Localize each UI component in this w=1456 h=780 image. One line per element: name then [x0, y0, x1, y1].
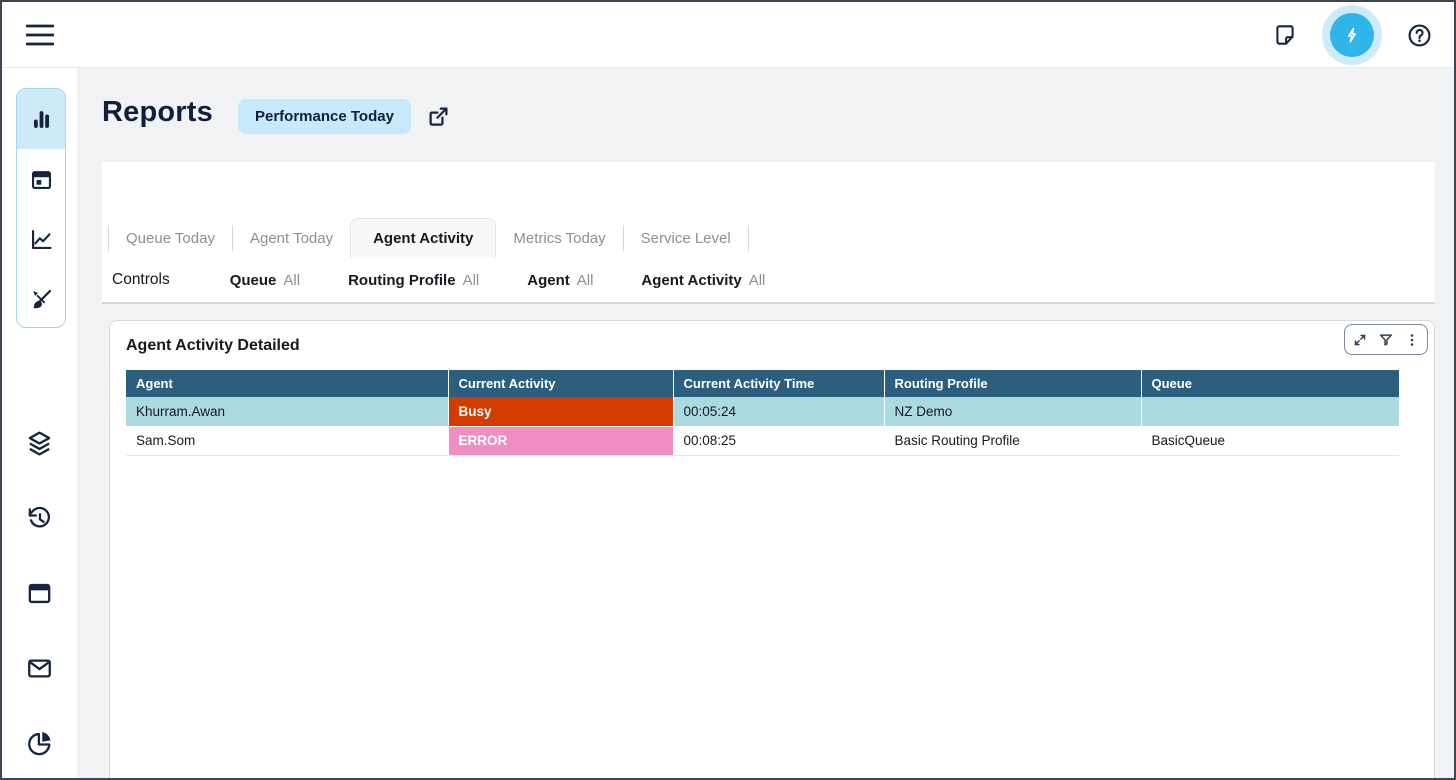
table-row[interactable]: Sam.Som ERROR 00:08:25 Basic Routing Pro…	[126, 426, 1399, 455]
card-title: Agent Activity Detailed	[126, 337, 300, 355]
line-chart-icon	[28, 226, 55, 253]
tab-agent-today[interactable]: Agent Today	[233, 230, 350, 247]
topbar-actions	[1268, 2, 1436, 68]
agent-activity-card: Agent Activity Detailed Agent Current Ac…	[109, 320, 1435, 780]
expand-icon[interactable]	[1347, 326, 1373, 353]
design-brush-icon	[28, 286, 55, 313]
report-tabs: Queue Today Agent Today Agent Activity M…	[108, 218, 749, 258]
layers-icon	[25, 429, 54, 458]
tab-service-level[interactable]: Service Level	[624, 230, 748, 247]
filter-agent[interactable]: Agent All	[527, 272, 593, 289]
help-icon[interactable]	[1402, 18, 1436, 52]
filter-queue[interactable]: Queue All	[230, 272, 300, 289]
cell-routing-profile: Basic Routing Profile	[884, 426, 1141, 455]
top-bar	[2, 2, 1454, 68]
sidebar-item-design[interactable]	[17, 269, 65, 328]
filter-icon[interactable]	[1373, 326, 1399, 353]
sidebar-item-pie-chart[interactable]	[23, 726, 57, 760]
hamburger-menu-icon[interactable]	[26, 21, 54, 49]
browser-window-icon	[25, 579, 54, 608]
sidebar-item-email[interactable]	[23, 651, 57, 685]
controls-bar: Controls Queue All Routing Profile All A…	[112, 258, 813, 302]
reports-nav-group	[16, 88, 66, 328]
tab-separator	[748, 225, 749, 251]
sidebar-item-history[interactable]	[23, 501, 57, 535]
external-link-icon[interactable]	[425, 103, 452, 130]
card-toolbar	[1344, 324, 1428, 355]
tab-queue-today[interactable]: Queue Today	[109, 230, 232, 247]
kebab-menu-icon[interactable]	[1399, 326, 1425, 353]
note-icon[interactable]	[1268, 18, 1302, 52]
page-title: Reports	[102, 96, 213, 129]
column-header-current-activity[interactable]: Current Activity	[448, 370, 673, 397]
filter-routing-profile[interactable]: Routing Profile All	[348, 272, 479, 289]
tab-metrics-today[interactable]: Metrics Today	[496, 230, 622, 247]
sidebar-item-layers[interactable]	[23, 426, 57, 460]
filter-value: All	[577, 272, 594, 289]
bar-chart-icon	[28, 106, 55, 133]
sidebar-item-calendar[interactable]	[17, 149, 65, 209]
column-header-routing-profile[interactable]: Routing Profile	[884, 370, 1141, 397]
column-header-current-activity-time[interactable]: Current Activity Time	[673, 370, 884, 397]
cell-current-activity: ERROR	[448, 426, 673, 455]
cell-routing-profile: NZ Demo	[884, 397, 1141, 426]
cell-queue	[1141, 397, 1399, 426]
filter-value: All	[283, 272, 300, 289]
filter-name: Queue	[230, 272, 277, 289]
pie-chart-icon	[25, 729, 54, 758]
sidebar-item-window[interactable]	[23, 576, 57, 610]
calendar-icon	[28, 166, 55, 193]
filter-agent-activity[interactable]: Agent Activity All	[641, 272, 765, 289]
agent-activity-table: Agent Current Activity Current Activity …	[126, 370, 1399, 456]
tab-agent-activity[interactable]: Agent Activity	[350, 218, 496, 258]
left-sidebar	[2, 68, 77, 778]
column-header-queue[interactable]: Queue	[1141, 370, 1399, 397]
filter-value: All	[463, 272, 480, 289]
sidebar-item-bar-chart[interactable]	[17, 89, 65, 149]
cell-agent: Sam.Som	[126, 426, 448, 455]
filter-name: Routing Profile	[348, 272, 456, 289]
sidebar-item-line-chart[interactable]	[17, 209, 65, 269]
table-row[interactable]: Khurram.Awan Busy 00:05:24 NZ Demo	[126, 397, 1399, 426]
history-icon	[25, 504, 54, 533]
filter-name: Agent Activity	[641, 272, 741, 289]
table-header-row: Agent Current Activity Current Activity …	[126, 370, 1399, 397]
cell-queue: BasicQueue	[1141, 426, 1399, 455]
cell-current-activity-time: 00:05:24	[673, 397, 884, 426]
filter-value: All	[749, 272, 766, 289]
filter-name: Agent	[527, 272, 570, 289]
assistant-button[interactable]	[1322, 5, 1382, 65]
cell-agent: Khurram.Awan	[126, 397, 448, 426]
cell-current-activity-time: 00:08:25	[673, 426, 884, 455]
app-window: Reports Performance Today Queue Today Ag…	[0, 0, 1456, 780]
controls-label: Controls	[112, 271, 170, 289]
column-header-agent[interactable]: Agent	[126, 370, 448, 397]
email-icon	[25, 654, 54, 683]
lightning-bolt-icon	[1330, 13, 1374, 57]
report-badge: Performance Today	[238, 99, 411, 134]
cell-current-activity: Busy	[448, 397, 673, 426]
